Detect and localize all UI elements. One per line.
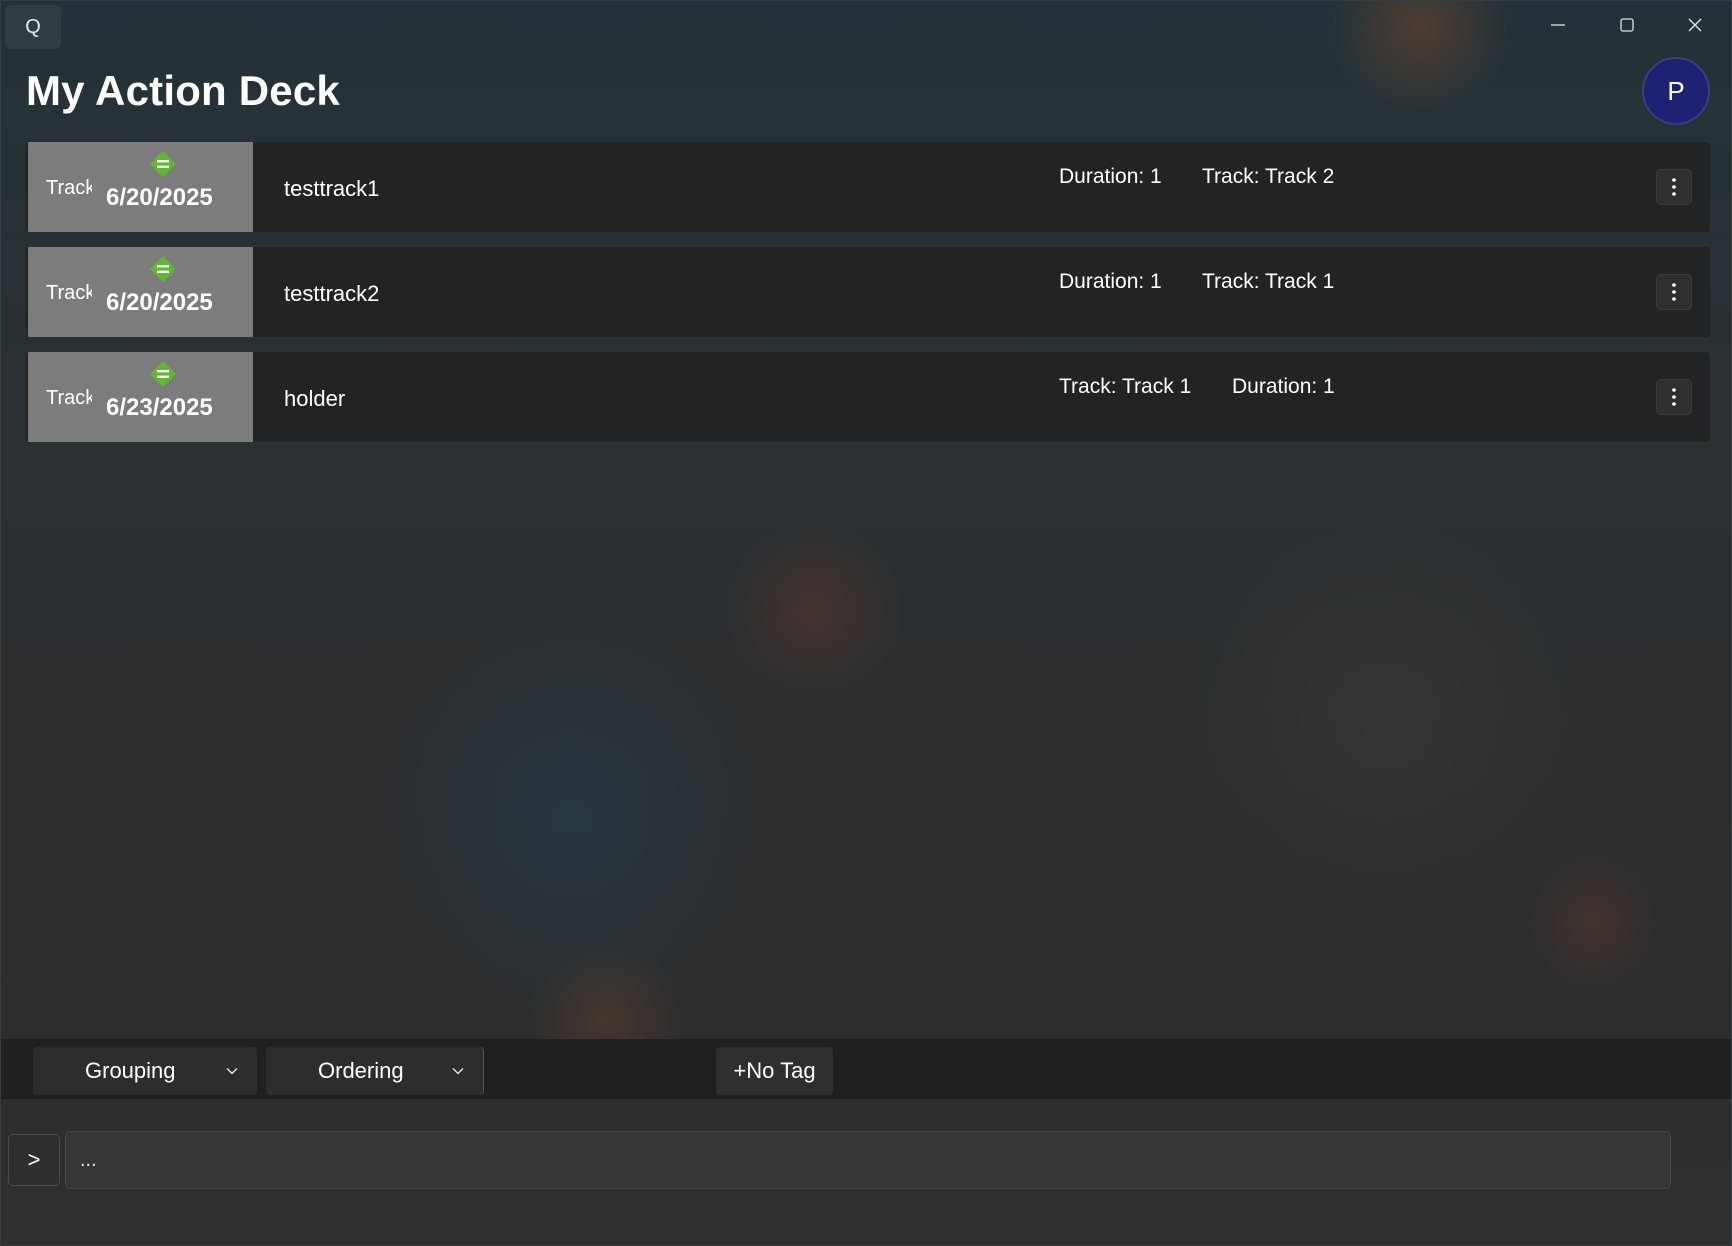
close-icon (1688, 18, 1702, 32)
minimize-button[interactable] (1528, 7, 1588, 43)
list-item[interactable]: Track 6/20/2025 testtrack2 Duration: 1 T… (26, 247, 1710, 337)
item-meta: Duration: 1 (1232, 375, 1335, 398)
item-kind: Track (46, 282, 92, 304)
ordering-label: Ordering (318, 1058, 404, 1083)
avatar-initial: P (1667, 75, 1685, 106)
item-date: 6/20/2025 (106, 289, 213, 316)
item-date-panel: Track 6/20/2025 (28, 142, 253, 232)
app-menu-button[interactable]: Q (5, 5, 61, 49)
list-item[interactable]: Track 6/23/2025 holder Track: Track 1 Du… (26, 352, 1710, 442)
item-name: testtrack1 (284, 176, 380, 201)
action-list: Track 6/20/2025 testtrack1 Duration: 1 T… (26, 142, 1710, 457)
item-date: 6/23/2025 (106, 394, 213, 421)
avatar[interactable]: P (1642, 57, 1710, 125)
maximize-icon (1620, 18, 1634, 32)
grouping-dropdown[interactable]: Grouping (33, 1047, 257, 1095)
item-more-button[interactable] (1656, 274, 1692, 310)
chevron-down-icon (226, 1067, 238, 1075)
more-vertical-icon (1672, 388, 1676, 406)
item-meta: Track: Track 2 (1202, 165, 1335, 188)
item-kind: Track (46, 387, 92, 409)
app-window: Q My Action Deck P Track 6/20/2025 testt… (0, 0, 1732, 1246)
priority-normal-icon (150, 361, 176, 387)
run-command-button[interactable]: > (8, 1134, 60, 1186)
item-date-panel: Track 6/23/2025 (28, 352, 253, 442)
item-name: holder (284, 386, 346, 411)
item-kind: Track (46, 177, 92, 199)
add-tag-button[interactable]: +No Tag (716, 1047, 833, 1095)
chevron-down-icon (452, 1067, 464, 1075)
item-meta: Duration: 1 (1059, 270, 1162, 293)
more-vertical-icon (1672, 178, 1676, 196)
item-meta: Track: Track 1 (1202, 270, 1335, 293)
page-title: My Action Deck (26, 67, 340, 114)
item-more-button[interactable] (1656, 379, 1692, 415)
grouping-label: Grouping (85, 1058, 176, 1083)
app-icon: Q (25, 15, 41, 38)
priority-normal-icon (150, 151, 176, 177)
title-bar: Q (1, 1, 1731, 51)
bottom-toolbar: Grouping Ordering +No Tag (1, 1039, 1731, 1099)
item-name: testtrack2 (284, 281, 380, 306)
item-more-button[interactable] (1656, 169, 1692, 205)
item-meta: Track: Track 1 (1059, 375, 1192, 398)
item-date-panel: Track 6/20/2025 (28, 247, 253, 337)
more-vertical-icon (1672, 283, 1676, 301)
item-meta: Duration: 1 (1059, 165, 1162, 188)
command-input[interactable] (65, 1131, 1671, 1189)
minimize-icon (1551, 24, 1565, 26)
item-date: 6/20/2025 (106, 184, 213, 211)
close-button[interactable] (1665, 7, 1725, 43)
priority-normal-icon (150, 256, 176, 282)
maximize-button[interactable] (1597, 7, 1657, 43)
ordering-dropdown[interactable]: Ordering (266, 1047, 484, 1095)
list-item[interactable]: Track 6/20/2025 testtrack1 Duration: 1 T… (26, 142, 1710, 232)
